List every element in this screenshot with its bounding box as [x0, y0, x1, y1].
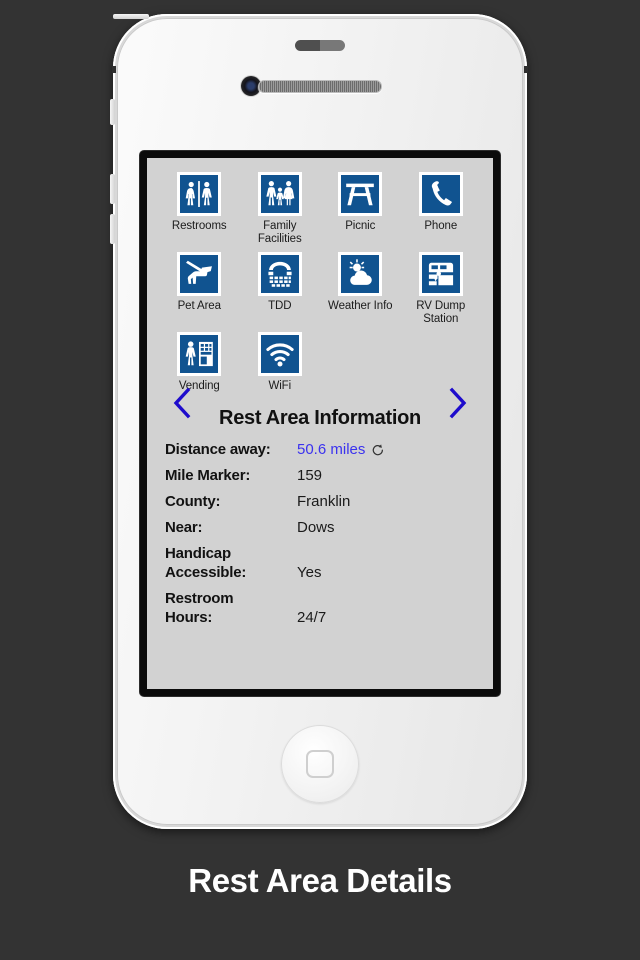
- info-row-near: Near: Dows: [165, 518, 475, 537]
- amenity-pet-area[interactable]: Pet Area: [159, 252, 240, 326]
- vending-icon: [177, 332, 222, 376]
- amenity-vending[interactable]: Vending: [159, 332, 240, 393]
- refresh-icon[interactable]: [371, 443, 385, 457]
- amenity-label: RV Dump Station: [416, 300, 466, 325]
- amenity-label: WiFi: [268, 380, 292, 392]
- info-label: Restroom Hours:: [165, 590, 234, 626]
- phone-device: Restrooms Family Facilities Picnic Phone…: [110, 14, 528, 829]
- page-title: Rest Area Information: [219, 407, 421, 429]
- amenity-restrooms[interactable]: Restrooms: [159, 172, 240, 246]
- amenity-phone[interactable]: Phone: [401, 172, 482, 246]
- screenshot-stage: Restrooms Family Facilities Picnic Phone…: [0, 0, 640, 960]
- earpiece-speaker: [258, 80, 382, 93]
- info-value: Franklin: [297, 493, 351, 510]
- chevron-right-icon: [449, 387, 467, 419]
- prev-page-button[interactable]: [169, 386, 195, 420]
- amenity-tdd[interactable]: TDD: [240, 252, 321, 326]
- info-value: Yes: [297, 564, 322, 581]
- distance-value-group[interactable]: 50.6 miles: [297, 440, 385, 459]
- amenity-empty-slot: [401, 332, 482, 393]
- pet-area-icon: [177, 252, 222, 296]
- amenity-label: Family Facilities: [257, 220, 302, 245]
- info-label: Near:: [165, 519, 203, 536]
- next-page-button[interactable]: [445, 386, 471, 420]
- info-row-mile-marker: Mile Marker: 159: [165, 466, 475, 485]
- amenity-label: Weather Info: [328, 300, 393, 312]
- info-value: Dows: [297, 519, 335, 536]
- amenities-row: Pet Area TDD Weather Info RV Dump Statio…: [159, 252, 481, 332]
- amenities-grid: Restrooms Family Facilities Picnic Phone…: [147, 158, 493, 399]
- amenities-row: Restrooms Family Facilities Picnic Phone: [159, 172, 481, 252]
- sensor-slot: [295, 40, 345, 51]
- picnic-icon: [338, 172, 383, 216]
- app-screen: Restrooms Family Facilities Picnic Phone…: [147, 158, 493, 689]
- home-square-icon: [306, 750, 334, 778]
- amenity-weather-info[interactable]: Weather Info: [320, 252, 401, 326]
- amenity-rv-dump-station[interactable]: RV Dump Station: [401, 252, 482, 326]
- amenity-label: Picnic: [345, 220, 376, 232]
- rv-dump-station-icon: [418, 252, 463, 296]
- info-value: 50.6 miles: [297, 441, 366, 458]
- amenity-label: TDD: [268, 300, 292, 312]
- info-row-county: County: Franklin: [165, 492, 475, 511]
- info-row-restroom-hours: Restroom Hours: 24/7: [165, 589, 475, 627]
- info-value: 159: [297, 467, 323, 484]
- chevron-left-icon: [173, 387, 191, 419]
- amenity-label: Phone: [424, 220, 458, 232]
- info-label: Handicap Accessible:: [165, 545, 247, 581]
- amenities-row: Vending WiFi: [159, 332, 481, 399]
- wifi-icon: [257, 332, 302, 376]
- caption-title: Rest Area Details: [188, 862, 452, 899]
- restrooms-icon: [177, 172, 222, 216]
- family-facilities-icon: [257, 172, 302, 216]
- antenna-band-left: [112, 66, 116, 73]
- amenity-label: Pet Area: [177, 300, 221, 312]
- volume-up-button[interactable]: [110, 174, 115, 204]
- phone-icon: [418, 172, 463, 216]
- info-label: Distance away:: [165, 441, 271, 458]
- silent-switch[interactable]: [110, 99, 115, 125]
- info-row-handicap: Handicap Accessible: Yes: [165, 544, 475, 582]
- screen-bezel: Restrooms Family Facilities Picnic Phone…: [140, 151, 500, 696]
- rest-area-info-panel: Rest Area Information Distance away: 50.…: [147, 399, 493, 627]
- amenity-empty-slot: [320, 332, 401, 393]
- volume-down-button[interactable]: [110, 214, 115, 244]
- amenity-picnic[interactable]: Picnic: [320, 172, 401, 246]
- info-label: Mile Marker:: [165, 467, 251, 484]
- weather-info-icon: [338, 252, 383, 296]
- power-button[interactable]: [113, 14, 149, 19]
- info-label: County:: [165, 493, 221, 510]
- info-value: 24/7: [297, 609, 327, 626]
- tdd-icon: [257, 252, 302, 296]
- amenity-wifi[interactable]: WiFi: [240, 332, 321, 393]
- info-row-distance: Distance away: 50.6 miles: [165, 440, 475, 459]
- home-button[interactable]: [281, 725, 359, 803]
- amenity-label: Restrooms: [171, 220, 227, 232]
- antenna-band-right: [524, 66, 528, 73]
- amenity-family-facilities[interactable]: Family Facilities: [240, 172, 321, 246]
